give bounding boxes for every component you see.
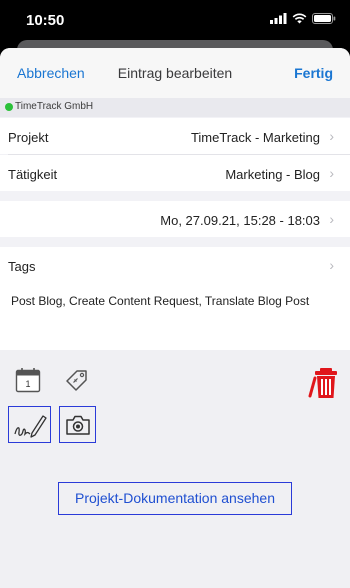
trash-icon <box>308 368 337 398</box>
tags-row[interactable]: Tags › <box>0 247 350 283</box>
status-time: 10:50 <box>26 12 65 29</box>
status-bar: 10:50 <box>0 0 350 40</box>
status-dot-icon <box>5 103 13 111</box>
tag-button[interactable] <box>63 366 91 394</box>
done-button[interactable]: Fertig <box>294 65 333 81</box>
calendar-button[interactable]: 1 <box>14 366 42 394</box>
attachment-area <box>0 350 350 588</box>
time-range-value: Mo, 27.09.21, 15:28 - 18:03 <box>160 213 320 228</box>
tags-value: Post Blog, Create Content Request, Trans… <box>11 294 310 308</box>
wifi-icon <box>292 13 307 24</box>
delete-button[interactable] <box>308 366 344 400</box>
company-header: TimeTrack GmbH <box>0 98 350 117</box>
edit-entry-sheet: Abbrechen Eintrag bearbeiten Fertig Time… <box>0 48 350 588</box>
time-range-row[interactable]: Mo, 27.09.21, 15:28 - 18:03 › <box>0 201 350 237</box>
battery-icon <box>312 13 336 24</box>
chevron-right-icon: › <box>329 128 334 144</box>
chevron-right-icon: › <box>329 211 334 227</box>
chevron-right-icon: › <box>329 257 334 273</box>
activity-label: Tätigkeit <box>8 167 58 182</box>
tags-label: Tags <box>8 259 36 274</box>
activity-row[interactable]: Tätigkeit Marketing - Blog › <box>0 155 350 191</box>
chevron-right-icon: › <box>329 165 334 181</box>
camera-button[interactable] <box>59 406 96 443</box>
calendar-icon: 1 <box>15 368 41 393</box>
navigation-bar: Abbrechen Eintrag bearbeiten Fertig <box>0 48 350 98</box>
signature-icon <box>13 414 47 438</box>
project-row[interactable]: Projekt TimeTrack - Marketing › <box>0 118 350 154</box>
project-label: Projekt <box>8 130 49 145</box>
project-documentation-button[interactable]: Projekt-Dokumentation ansehen <box>58 482 292 515</box>
signature-button[interactable] <box>8 406 51 443</box>
signal-icon <box>270 13 287 24</box>
camera-icon <box>65 415 90 435</box>
tag-icon <box>66 370 87 391</box>
status-icons <box>270 13 336 24</box>
project-value: TimeTrack - Marketing <box>190 130 320 145</box>
activity-value: Marketing - Blog <box>225 167 320 182</box>
company-name: TimeTrack GmbH <box>15 101 94 112</box>
calendar-day: 1 <box>25 379 30 389</box>
